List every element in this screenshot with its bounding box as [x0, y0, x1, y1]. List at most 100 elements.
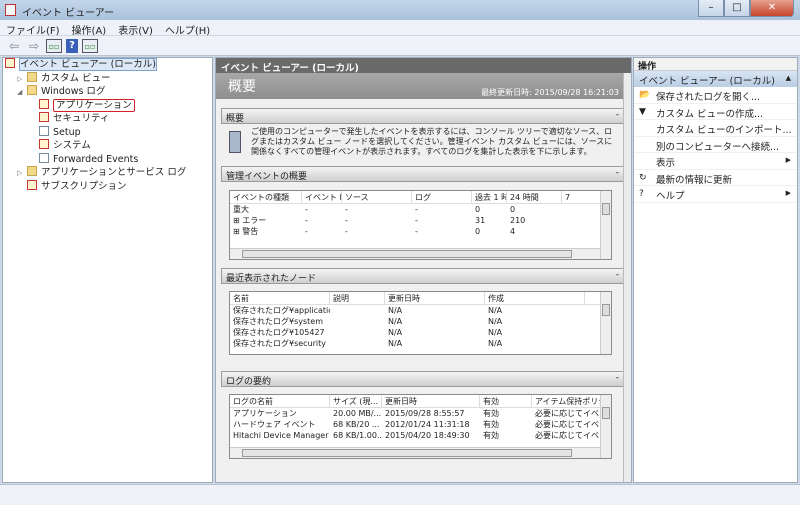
- expander-icon[interactable]: ▷: [17, 73, 27, 86]
- section-header[interactable]: 概要 -: [221, 108, 624, 124]
- show-hide-action-pane-icon[interactable]: ▫▫: [82, 38, 98, 53]
- vertical-scrollbar[interactable]: [600, 292, 611, 354]
- table-row[interactable]: 保存されたログ¥system N/A N/A: [230, 316, 611, 327]
- show-hide-tree-icon[interactable]: ▫▫: [46, 38, 62, 53]
- window-title: イベント ビューアー: [22, 8, 115, 19]
- tree-item-label: セキュリティ: [53, 113, 110, 124]
- horizontal-scrollbar[interactable]: [230, 248, 600, 259]
- action-item[interactable]: ? ヘルプ ▶: [634, 186, 797, 203]
- collapse-icon[interactable]: -: [616, 168, 619, 178]
- title-band: 概要 最終更新日時: 2015/09/28 16:21:03: [216, 73, 631, 99]
- tree-item[interactable]: セキュリティ: [3, 112, 212, 126]
- pane-scrollbar[interactable]: [623, 73, 631, 482]
- horizontal-scrollbar[interactable]: [230, 447, 600, 458]
- table-cell: N/A: [388, 339, 403, 348]
- column-header[interactable]: ログの名前: [230, 395, 330, 407]
- tree-item-label: Forwarded Events: [53, 153, 139, 165]
- app-icon: [5, 4, 16, 16]
- event-viewer-icon: [5, 58, 15, 68]
- action-item[interactable]: 📂 保存されたログを開く...: [634, 87, 797, 104]
- table-cell: 0: [475, 227, 481, 236]
- collapse-icon[interactable]: -: [616, 110, 619, 120]
- tree-item-label: カスタム ビュー: [41, 72, 111, 84]
- table-cell: 必要に応じてイベン: [535, 409, 602, 418]
- vertical-scrollbar[interactable]: [600, 395, 611, 458]
- minimize-button[interactable]: –: [698, 0, 724, 17]
- help-icon[interactable]: ?: [66, 38, 78, 53]
- tree-item[interactable]: Setup: [3, 125, 212, 140]
- action-label: カスタム ビューのインポート...: [656, 125, 792, 136]
- actions-pane: 操作 イベント ビューアー (ローカル) ▲ 📂 保存されたログを開く... ▼ カスタ…: [633, 57, 798, 483]
- column-header[interactable]: 24 時間: [507, 191, 562, 203]
- column-header[interactable]: 更新日時: [382, 395, 480, 407]
- tree-item[interactable]: アプリケーション: [3, 98, 212, 113]
- forward-icon[interactable]: ⇨: [26, 39, 42, 53]
- action-label: 保存されたログを開く...: [656, 92, 761, 103]
- back-icon[interactable]: ⇦: [6, 39, 22, 53]
- table-cell: -: [415, 216, 418, 225]
- tree-item[interactable]: Forwarded Events: [3, 152, 212, 167]
- section-header[interactable]: 管理イベントの概要 -: [221, 166, 624, 182]
- table-cell: N/A: [388, 306, 403, 315]
- tree-item[interactable]: ▷ カスタム ビュー: [3, 71, 212, 86]
- collapse-icon[interactable]: -: [616, 373, 619, 383]
- column-header[interactable]: 説明: [330, 292, 385, 304]
- collapse-icon[interactable]: -: [616, 270, 619, 280]
- log-summary-table: ログの名前サイズ (現...更新日時有効アイテム保持ポリシーアプリケーション20…: [229, 394, 612, 459]
- table-row[interactable]: 保存されたログ¥105427 N/A N/A: [230, 327, 611, 338]
- tree-item-label: アプリケーション: [56, 99, 132, 111]
- actions-group-header[interactable]: イベント ビューアー (ローカル) ▲: [634, 71, 797, 87]
- table-row[interactable]: アプリケーション 20.00 MB/... 2015/09/28 8:55:57 有効…: [230, 408, 611, 419]
- action-item[interactable]: ↻ 最新の情報に更新: [634, 170, 797, 186]
- vertical-scrollbar[interactable]: [600, 191, 611, 259]
- table-row[interactable]: ⊞ 警告 - - - 0 4: [230, 226, 611, 237]
- column-header[interactable]: ソース: [342, 191, 412, 203]
- table-row[interactable]: 保存されたログ¥application N/A N/A: [230, 305, 611, 316]
- column-header[interactable]: アイテム保持ポリシー: [532, 395, 602, 407]
- table-cell: 31: [475, 216, 486, 225]
- column-header[interactable]: イベントの種類: [230, 191, 302, 203]
- expander-icon[interactable]: ◢: [17, 86, 27, 99]
- table-row[interactable]: ⊞ エラー - - - 31 210: [230, 215, 611, 226]
- page-title: 概要: [228, 79, 256, 95]
- column-header[interactable]: 名前: [230, 292, 330, 304]
- tree-item[interactable]: イベント ビューアー (ローカル): [3, 58, 212, 72]
- table-cell: 68 KB/20 ...: [333, 420, 380, 429]
- table-cell: -: [345, 227, 348, 236]
- action-item[interactable]: 表示 ▶: [634, 153, 797, 170]
- column-header[interactable]: 作成: [485, 292, 585, 304]
- action-item[interactable]: カスタム ビューのインポート...: [634, 120, 797, 137]
- column-header[interactable]: サイズ (現...: [330, 395, 382, 407]
- close-button[interactable]: ✕: [750, 0, 794, 17]
- action-item[interactable]: 別のコンピューターへ接続...: [634, 137, 797, 153]
- recent-nodes-section: 最近表示されたノード - 名前 説明 更新日時 作成 保存されたログ¥applicatio…: [221, 268, 624, 358]
- expander-icon[interactable]: ▷: [17, 167, 27, 180]
- table-row[interactable]: ハードウェア イベント 68 KB/20 ... 2012/01/24 11:31:…: [230, 419, 611, 430]
- event-log-icon: [39, 112, 49, 122]
- tree-item[interactable]: システム: [3, 139, 212, 153]
- column-header[interactable]: イベント ID: [302, 191, 342, 203]
- table-row[interactable]: Hitachi Device Manager - ...68 KB/1.00..…: [230, 430, 611, 441]
- column-header[interactable]: 更新日時: [385, 292, 485, 304]
- action-item[interactable]: ▼ カスタム ビューの作成...: [634, 104, 797, 120]
- section-header[interactable]: 最近表示されたノード -: [221, 268, 624, 284]
- tree-item-label: Windows ログ: [41, 86, 106, 97]
- collapse-icon[interactable]: ▲: [786, 74, 791, 82]
- tree-item[interactable]: ◢ Windows ログ: [3, 85, 212, 99]
- column-header[interactable]: 有効: [480, 395, 532, 407]
- table-row[interactable]: 保存されたログ¥security N/A N/A: [230, 338, 611, 349]
- column-header[interactable]: 7: [562, 191, 602, 203]
- column-header[interactable]: ログ: [412, 191, 472, 203]
- column-header[interactable]: 過去 1 時間: [472, 191, 507, 203]
- table-cell: [562, 215, 602, 226]
- maximize-button[interactable]: □: [724, 0, 750, 17]
- table-cell: -: [305, 205, 308, 214]
- tree-item[interactable]: ▷ アプリケーションとサービス ログ: [3, 166, 212, 180]
- title-bar: イベント ビューアー – □ ✕: [0, 0, 800, 20]
- tree-item[interactable]: サブスクリプション: [3, 179, 212, 194]
- submenu-arrow-icon: ▶: [785, 189, 791, 197]
- table-row[interactable]: 重大 - - - 0 0: [230, 204, 611, 215]
- section-header[interactable]: ログの要約 -: [221, 371, 624, 387]
- tree-item-label: イベント ビューアー (ローカル): [20, 59, 157, 70]
- refresh-icon: ↻: [639, 172, 647, 183]
